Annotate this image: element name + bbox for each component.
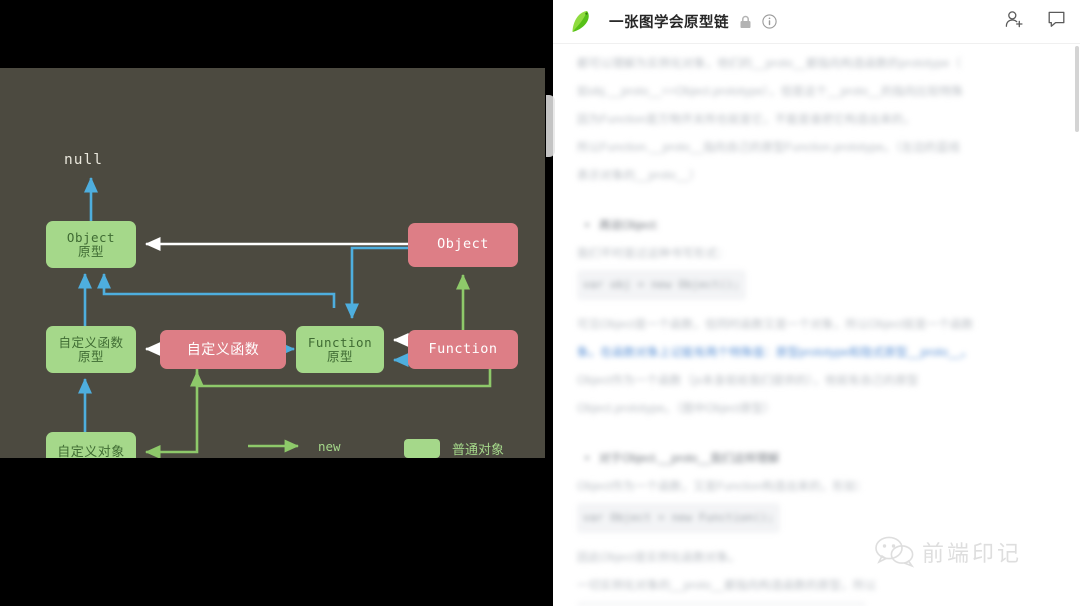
node-label-line2: 原型: [77, 244, 104, 259]
node-object-prototype[interactable]: Object 原型: [46, 221, 136, 268]
panel-drawer-handle[interactable]: [546, 95, 555, 157]
node-label-line1: Function: [428, 340, 498, 357]
document-body[interactable]: 都可以理解为实例化对象，他们的__proto__都指向构造函数的prototyp…: [553, 44, 1080, 606]
doc-code-text: Object.__proto__ === Function.prototype。: [577, 602, 867, 606]
doc-paragraph: 表示对象的__proto__）: [577, 170, 701, 182]
doc-list-item: 对于Object.__proto__我们这样理解: [577, 445, 1058, 473]
doc-paragraph: 都可以理解为实例化对象，他们的__proto__都指向构造函数的prototyp…: [577, 58, 962, 70]
node-custom-function-prototype[interactable]: 自定义函数 原型: [46, 326, 136, 373]
node-label-line1: Object: [437, 236, 489, 253]
doc-code-line: Object.__proto__ === Function.prototype。: [577, 600, 1058, 606]
document-header: 一张图学会原型链: [553, 0, 1080, 44]
document-title: 一张图学会原型链: [609, 15, 729, 31]
legend-label-plain-object: 普通对象: [452, 441, 505, 457]
screen-root: null Object 原型 Object 自定义函数 原型 自定义函数 Fun…: [0, 0, 1080, 606]
yuque-bird-logo-icon[interactable]: [567, 7, 597, 37]
legend-label-new: new: [318, 438, 341, 454]
diagram-legend-boxes: 普通对象 函数对象: [404, 434, 504, 458]
info-icon[interactable]: [762, 14, 777, 29]
doc-paragraph: 所以Function.__proto__指向自己的原型Function.prot…: [577, 142, 960, 154]
diagram-canvas: null Object 原型 Object 自定义函数 原型 自定义函数 Fun…: [0, 68, 545, 458]
node-label-line2: 原型: [77, 349, 104, 364]
document-scrollbar[interactable]: [1075, 46, 1079, 132]
doc-paragraph: 因为Function是万物开关所也就是它，不能是谁把它构造出来的，: [577, 114, 916, 126]
doc-paragraph-link[interactable]: 象。在函数对象上记能有两个特殊值：原型prototype和隐式原型__proto…: [577, 339, 1058, 367]
node-function-prototype[interactable]: Function 原型: [296, 326, 384, 373]
node-object[interactable]: Object: [408, 223, 518, 267]
doc-list-item: 再说Object:: [577, 212, 1058, 240]
header-actions: [1004, 9, 1068, 35]
node-label-line1: 自定义函数: [58, 335, 124, 350]
node-function[interactable]: Function: [408, 330, 518, 369]
lock-icon[interactable]: [739, 15, 752, 29]
doc-paragraph: 因此Object是实例化函数对象。: [577, 552, 741, 564]
doc-paragraph: 如obj.__proto__==Object.prototype），但是这个__…: [577, 86, 963, 98]
node-label-line1: 自定义对象: [57, 443, 125, 458]
legend-row-new: new: [246, 434, 388, 458]
node-label-line2: 原型: [326, 349, 353, 364]
legend-arrow-green-icon: [248, 439, 299, 453]
node-custom-object[interactable]: 自定义对象: [46, 432, 136, 458]
doc-code-line: var Object = new Function();: [577, 501, 1058, 544]
node-label-line1: Function: [307, 334, 373, 350]
doc-paragraph: Object.prototype。（图中Object原型）: [577, 403, 776, 415]
doc-code-text: var obj = new Object();: [577, 270, 746, 300]
doc-code-text: var Object = new Function();: [577, 503, 781, 533]
doc-paragraph: 一切实例化对象的__proto__都指向构造函数的原型，所以: [577, 580, 877, 592]
document-pane: 一张图学会原型链 都可以理解为实例化对象，他们的__proto__都指向构造函数…: [553, 0, 1080, 606]
node-custom-function[interactable]: 自定义函数: [160, 330, 286, 369]
diagram-legend-arrows: new prototype __proto__: [246, 434, 388, 458]
doc-paragraph: Object作为一个函数，又是Function构造出来的，形如：: [577, 481, 868, 493]
node-label-line1: 自定义函数: [186, 340, 260, 357]
comment-icon[interactable]: [1047, 10, 1066, 34]
legend-row-plain-object: 普通对象: [404, 434, 504, 458]
doc-code-line: var obj = new Object();: [577, 268, 1058, 311]
video-player-pane[interactable]: null Object 原型 Object 自定义函数 原型 自定义函数 Fun…: [0, 0, 545, 606]
null-label: null: [64, 152, 103, 168]
legend-swatch-green: [404, 438, 440, 458]
add-user-icon[interactable]: [1004, 9, 1025, 35]
doc-paragraph: 我们平时是过这种书写形式：: [577, 248, 730, 260]
doc-paragraph: 可见Object是一个函数，但同时函数又是一个对象，所以Object就是一个函数: [577, 319, 974, 331]
doc-paragraph: Object作为一个函数（js本身就给我们提供的），他就有自己的原型: [577, 375, 919, 387]
node-label-line1: Object: [66, 229, 116, 245]
